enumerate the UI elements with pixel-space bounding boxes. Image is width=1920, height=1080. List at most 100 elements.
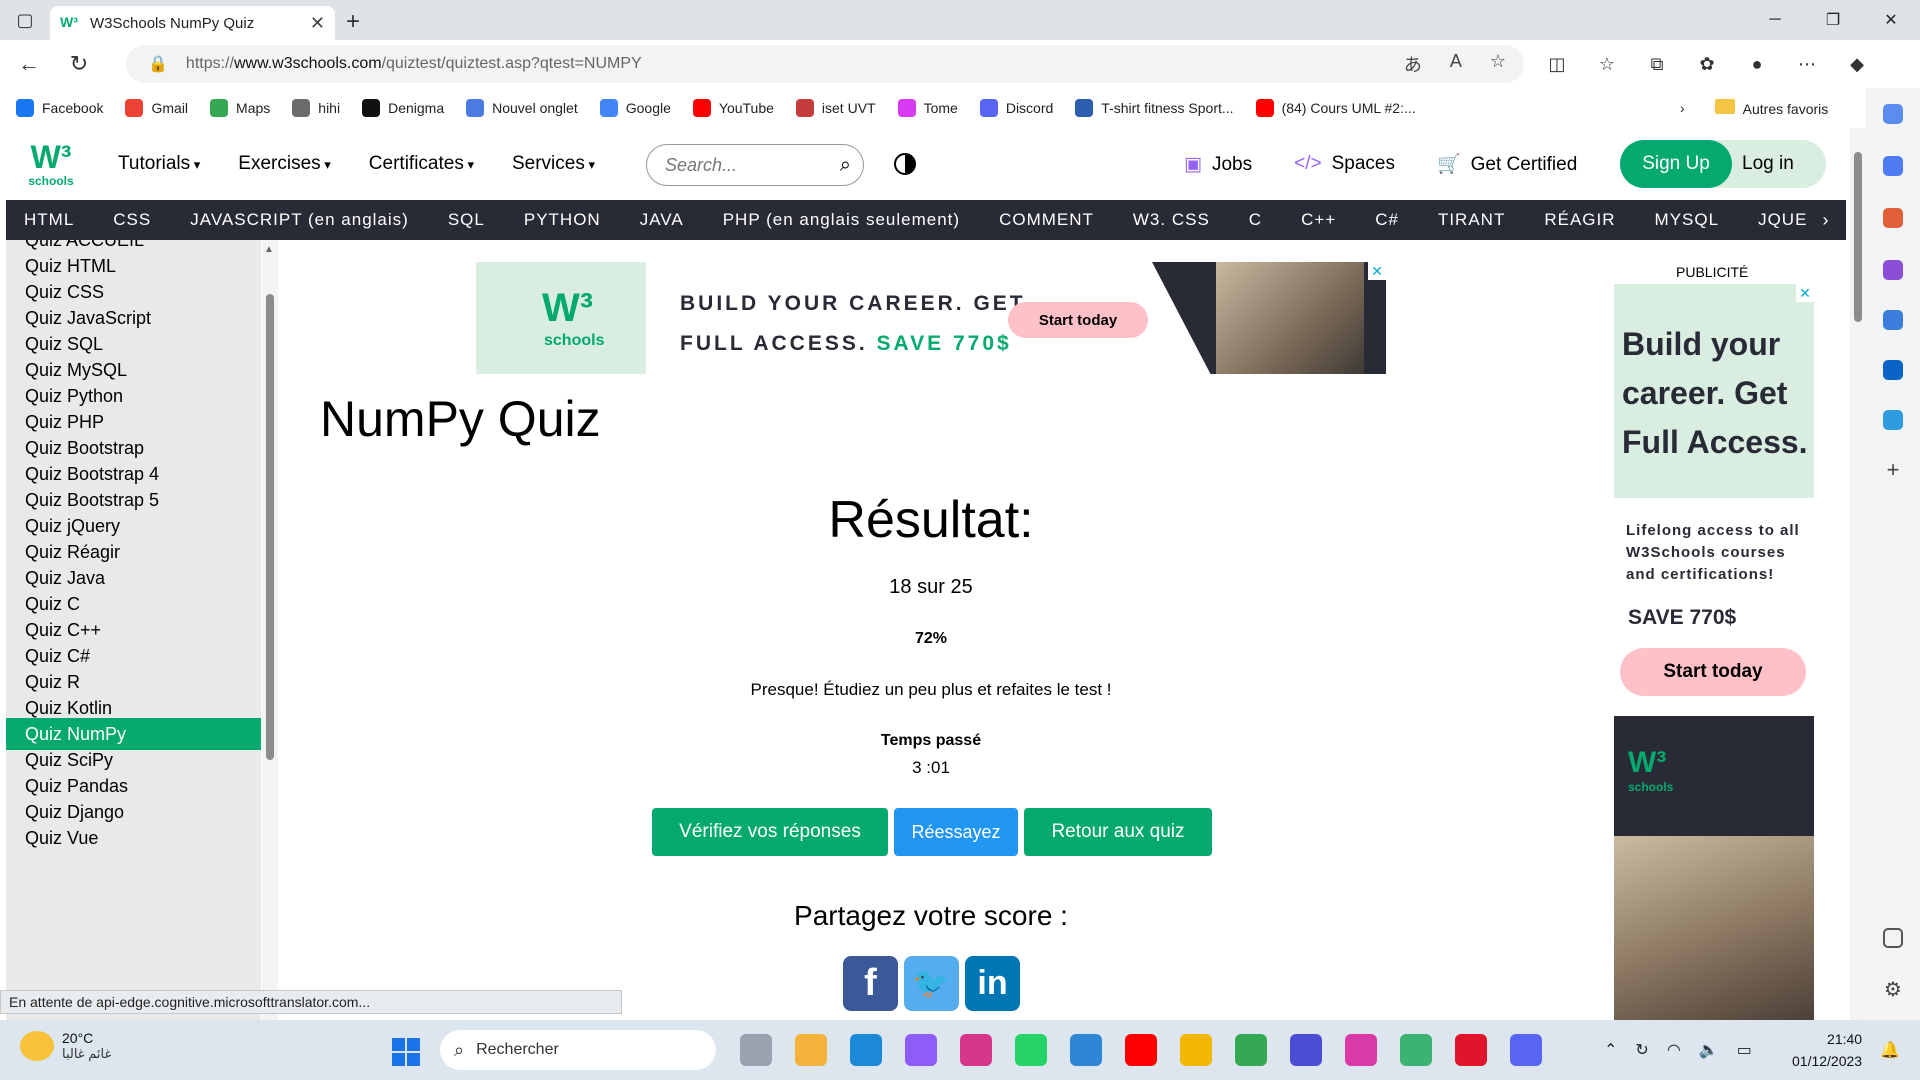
topic-link[interactable]: MYSQL [1655, 210, 1720, 230]
games-icon[interactable] [1883, 260, 1903, 280]
battery-icon[interactable]: ▭ [1737, 1040, 1752, 1060]
topic-link[interactable]: C# [1375, 210, 1399, 230]
get-certified-link[interactable]: 🛒 Get Certified [1437, 152, 1577, 176]
bookmark-item[interactable]: Nouvel onglet [466, 99, 578, 117]
topic-link[interactable]: JAVA [640, 210, 684, 230]
tab-actions-icon[interactable]: ▢ [0, 0, 50, 40]
collections-icon[interactable]: ⧉ [1640, 54, 1674, 75]
side-ad[interactable]: Build your career. Get Full Access. ✕ Li… [1614, 284, 1814, 1020]
ad-close-icon[interactable]: ✕ [1368, 262, 1386, 280]
bookmark-item[interactable]: Tome [897, 99, 958, 117]
topic-link[interactable]: PYTHON [524, 210, 601, 230]
menu-certificates[interactable]: Certificates [369, 153, 474, 175]
log-in-button[interactable]: Log in [1742, 140, 1794, 188]
linkedin-share-icon[interactable]: in [965, 956, 1020, 1011]
copilot-icon[interactable]: ◆ [1840, 54, 1874, 75]
scroll-up-icon[interactable]: ▲ [264, 244, 274, 255]
profile-avatar-icon[interactable]: ● [1740, 54, 1774, 75]
app-icon[interactable] [1290, 1034, 1322, 1066]
start-windows-icon[interactable] [392, 1038, 420, 1066]
spaces-link[interactable]: </> Spaces [1294, 153, 1395, 175]
ad-start-today-button[interactable]: Start today [1008, 302, 1148, 338]
bookmark-item[interactable]: Facebook [16, 99, 103, 117]
copilot-sidebar-icon[interactable] [1883, 310, 1903, 330]
bookmark-item[interactable]: Google [599, 99, 671, 117]
topic-link[interactable]: C++ [1301, 210, 1336, 230]
search-icon[interactable] [1883, 104, 1903, 124]
topic-link[interactable]: CSS [113, 210, 151, 230]
menu-services[interactable]: Services [512, 153, 595, 175]
close-tab-icon[interactable]: ✕ [310, 13, 325, 34]
bookmark-item[interactable]: Discord [979, 99, 1053, 117]
sidebar-scrollbar[interactable]: ▲ [262, 240, 278, 1020]
favorite-star-icon[interactable]: ☆ [1490, 51, 1506, 77]
menu-tutorials[interactable]: Tutorials [118, 153, 200, 175]
w3schools-logo[interactable]: W³ schools [26, 140, 76, 190]
more-options-icon[interactable]: ⋯ [1790, 54, 1824, 75]
youtube-icon[interactable] [1125, 1034, 1157, 1066]
bookmark-item[interactable]: (84) Cours UML #2:... [1255, 99, 1416, 117]
translate-icon[interactable]: あ [1404, 51, 1422, 77]
dark-mode-toggle-icon[interactable] [894, 153, 916, 175]
refresh-icon[interactable]: ↻ [58, 43, 100, 85]
bookmark-item[interactable]: Maps [210, 99, 270, 117]
add-icon[interactable]: + [1883, 459, 1903, 481]
active-tab[interactable]: W³ W3Schools NumPy Quiz ✕ [50, 6, 335, 40]
back-icon[interactable]: ← [8, 43, 50, 85]
topic-link[interactable]: COMMENT [999, 210, 1094, 230]
sign-up-button[interactable]: Sign Up [1620, 140, 1732, 188]
topic-link[interactable]: C [1249, 210, 1262, 230]
close-window-icon[interactable]: ✕ [1862, 0, 1920, 40]
ad-banner[interactable]: W³ schools BUILD YOUR CAREER. GET FULL A… [476, 262, 1386, 374]
teams-icon[interactable] [1400, 1034, 1432, 1066]
file-explorer-icon[interactable] [1180, 1034, 1212, 1066]
show-hidden-icons-icon[interactable]: ⌃ [1604, 1040, 1617, 1060]
page-scrollbar[interactable] [1850, 128, 1866, 1020]
scroll-right-chevron-icon[interactable]: › [1806, 200, 1846, 240]
messenger-icon[interactable] [905, 1034, 937, 1066]
bookmark-item[interactable]: hihi [292, 99, 340, 117]
tools-icon[interactable] [1883, 208, 1903, 228]
bookmark-item[interactable]: T-shirt fitness Sport... [1075, 99, 1234, 117]
weather-widget[interactable]: 20°C غائم غالبا [20, 1030, 111, 1062]
volume-icon[interactable]: 🔈 [1699, 1040, 1719, 1060]
read-aloud-icon[interactable]: A [1450, 51, 1462, 77]
topic-link[interactable]: HTML [24, 210, 74, 230]
task-view-icon[interactable] [740, 1034, 772, 1066]
wifi-icon[interactable]: ◠ [1667, 1040, 1681, 1060]
topic-link[interactable]: W3. CSS [1133, 210, 1210, 230]
lock-icon[interactable]: 🔒 [148, 54, 168, 74]
restore-icon[interactable]: ❐ [1804, 0, 1862, 40]
bookmark-item[interactable]: Gmail [125, 99, 188, 117]
sync-icon[interactable]: ↻ [1635, 1040, 1648, 1060]
wps-icon[interactable] [1345, 1034, 1377, 1066]
topic-link[interactable]: TIRANT [1438, 210, 1505, 230]
mail-icon[interactable] [1070, 1034, 1102, 1066]
sidebar-scroll-thumb[interactable] [266, 294, 274, 760]
send-icon[interactable] [1883, 410, 1903, 430]
outlook-icon[interactable] [1883, 360, 1903, 380]
topic-link[interactable]: SQL [448, 210, 485, 230]
sidebar-item[interactable]: Quiz Vue [6, 822, 261, 854]
jobs-link[interactable]: ▣ Jobs [1184, 153, 1252, 176]
retry-button[interactable]: Réessayez [894, 808, 1018, 856]
clock[interactable]: 21:40 01/12/2023 [1792, 1028, 1862, 1072]
page-scroll-thumb[interactable] [1854, 152, 1862, 322]
favorites-icon[interactable]: ☆ [1590, 54, 1624, 75]
bookmark-item[interactable]: Denigma [362, 99, 444, 117]
site-search-input[interactable]: Search... ⌕ [646, 144, 864, 186]
whatsapp-icon[interactable] [1015, 1034, 1047, 1066]
twitter-share-icon[interactable]: 🐦 [904, 956, 959, 1011]
facebook-share-icon[interactable]: f [843, 956, 898, 1011]
notifications-bell-icon[interactable]: 🔔 [1880, 1040, 1900, 1060]
search-icon[interactable]: ⌕ [840, 154, 851, 177]
back-to-quizzes-button[interactable]: Retour aux quiz [1024, 808, 1212, 856]
bookmark-item[interactable]: iset UVT [795, 99, 876, 117]
other-favorites[interactable]: Autres favoris [1714, 99, 1828, 117]
topic-link[interactable]: PHP (en anglais seulement) [723, 210, 960, 230]
shopping-icon[interactable] [1883, 156, 1903, 176]
edge-icon[interactable] [850, 1034, 882, 1066]
topic-link[interactable]: RÉAGIR [1544, 210, 1615, 230]
topic-link[interactable]: JAVASCRIPT (en anglais) [190, 210, 409, 230]
settings-gear-icon[interactable]: ⚙ [1883, 980, 1903, 1000]
